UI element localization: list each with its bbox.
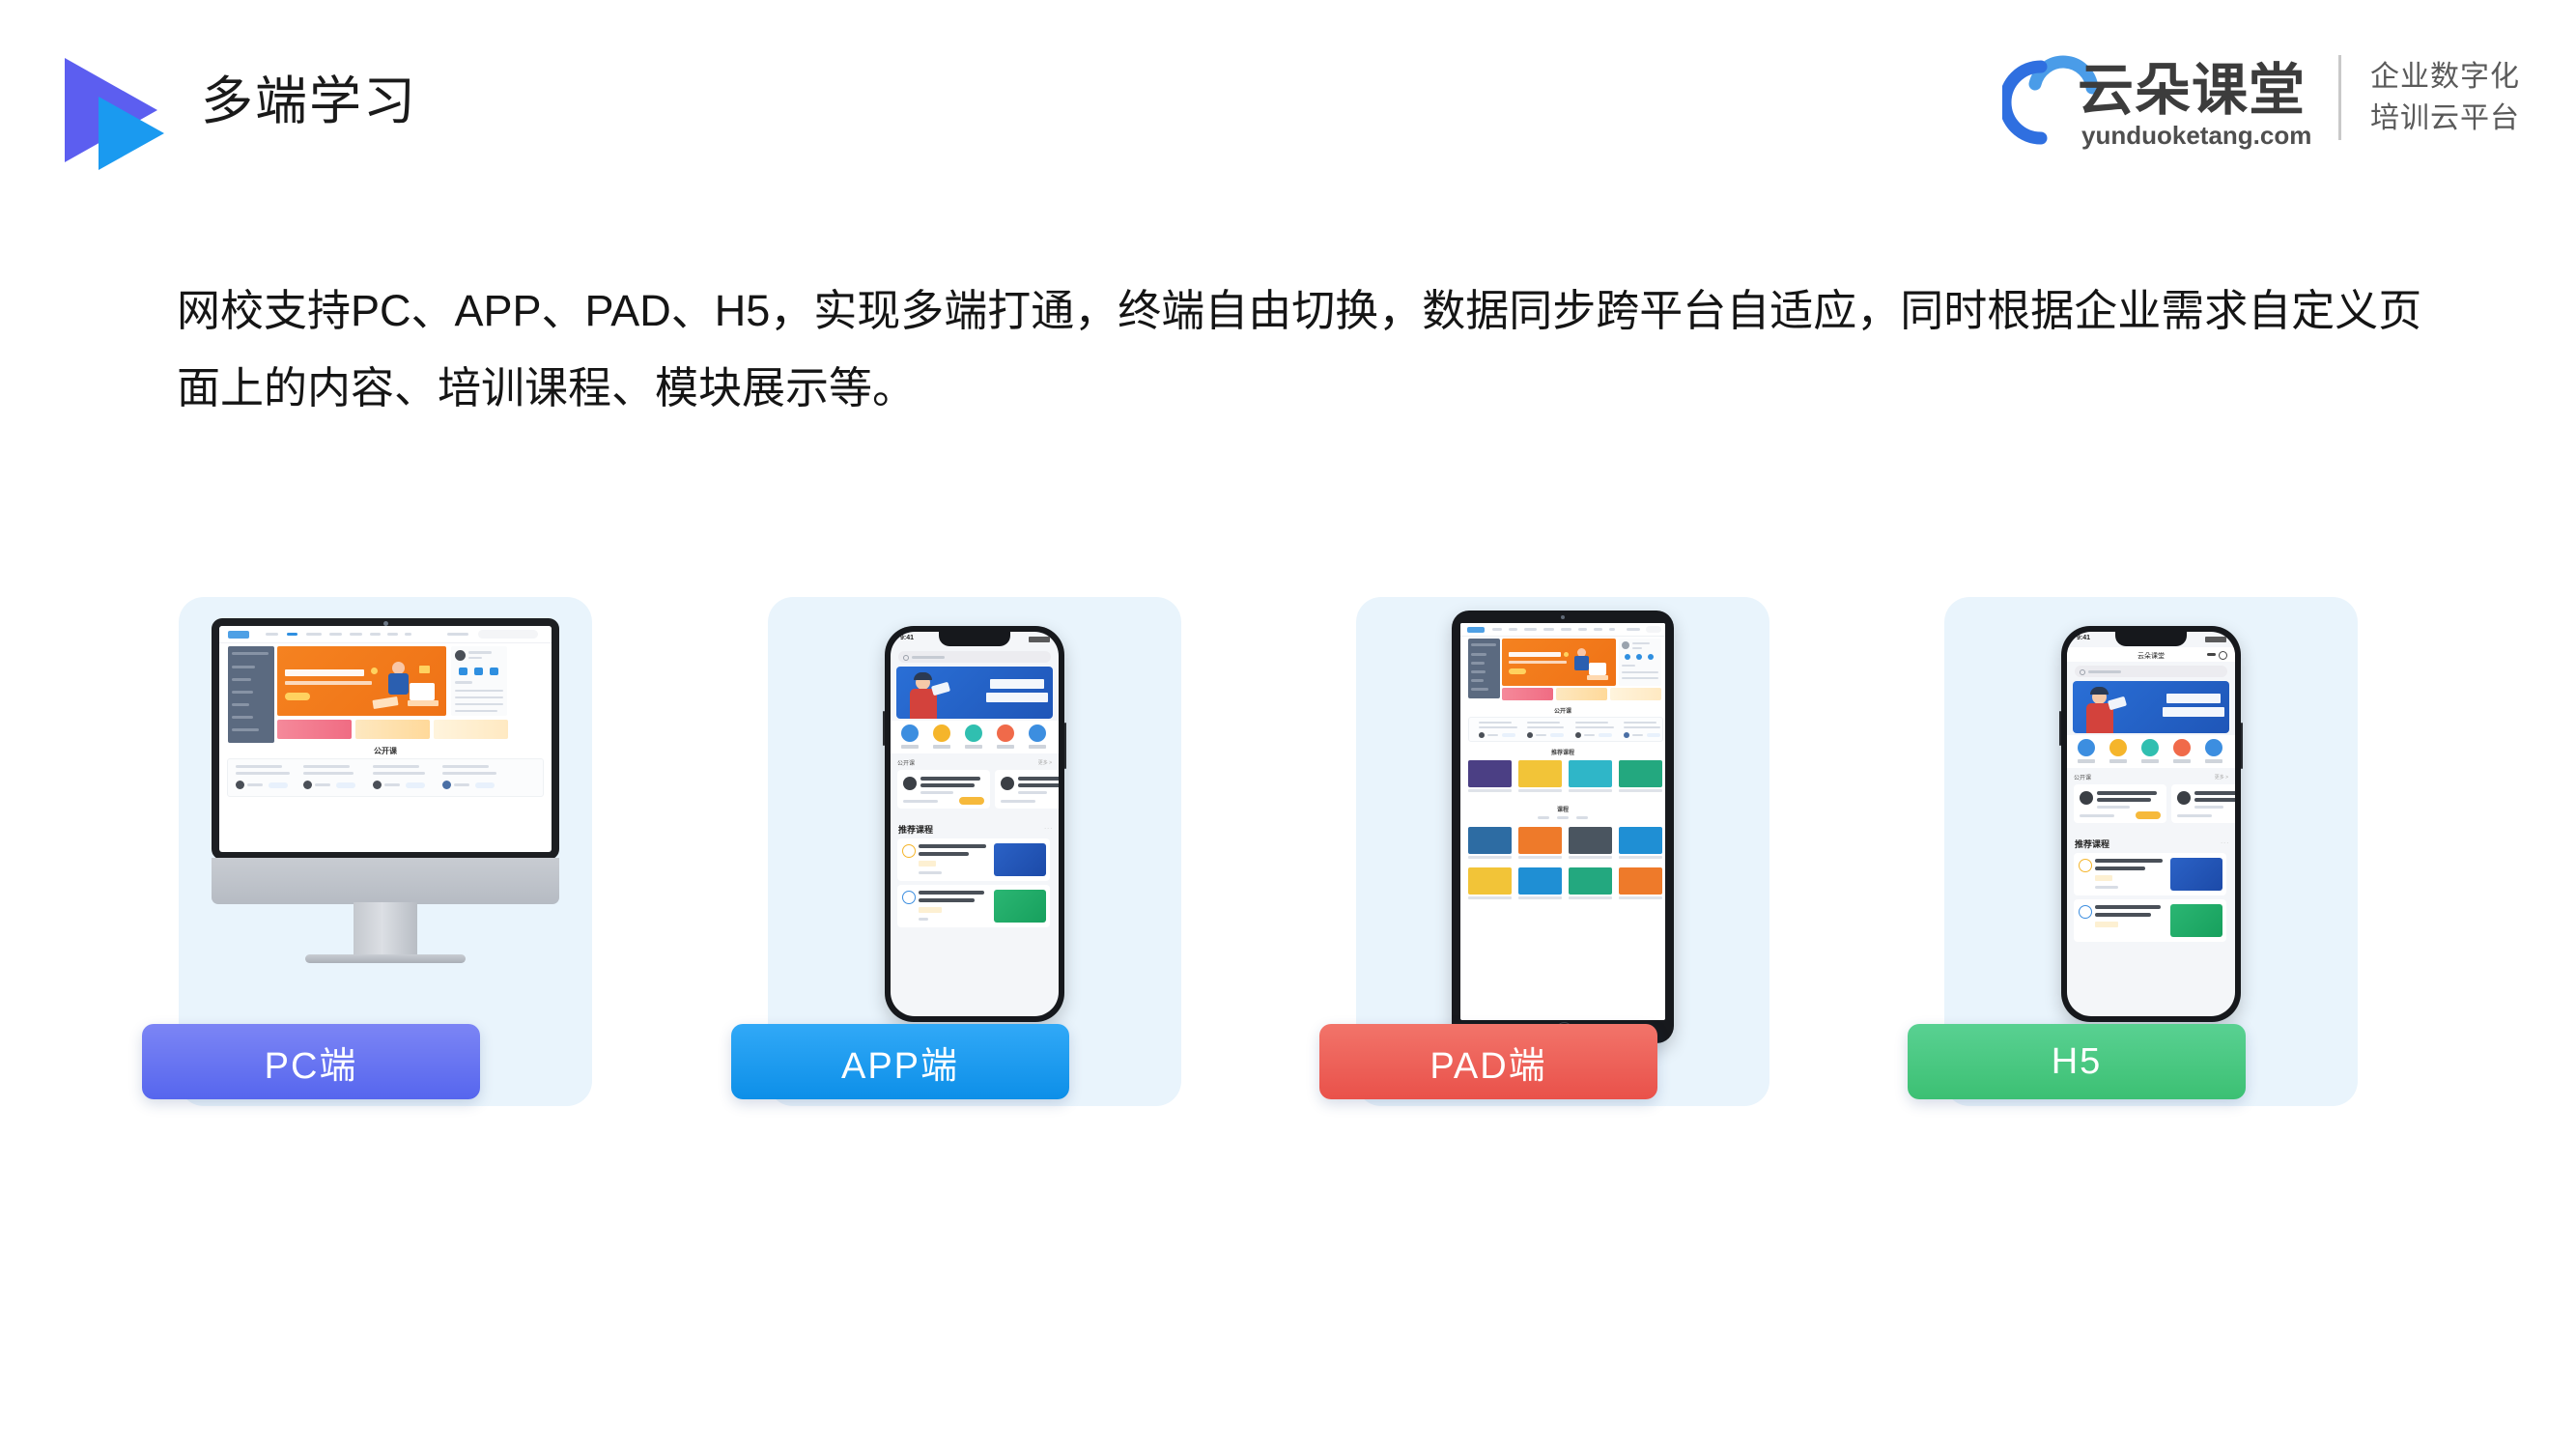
device-card-row: 公开课 PC端 9:41 公开课 更多 > 推荐课程 · · · APP端 公开… (0, 597, 2576, 1119)
phone-notch (939, 632, 1010, 646)
brand-url: yunduoketang.com (2081, 121, 2312, 150)
phone-notch (2115, 632, 2187, 646)
brand-logo: 云朵课堂 yunduoketang.com 企业数字化 培训云平台 (2002, 41, 2520, 155)
tagline-line-2: 培训云平台 (2370, 102, 2520, 134)
pad-button[interactable]: PAD端 (1319, 1024, 1657, 1099)
app-button[interactable]: APP端 (731, 1024, 1069, 1099)
brand-name-cn: 云朵课堂 (2078, 59, 2307, 122)
device-card-pc[interactable]: 公开课 PC端 (142, 597, 592, 1106)
h5-button[interactable]: H5 (1908, 1024, 2246, 1099)
page-title: 多端学习 (201, 72, 417, 130)
intro-paragraph: 网校支持PC、APP、PAD、H5，实现多端打通，终端自由切换，数据同步跨平台自… (177, 286, 2422, 412)
brand-tagline: 企业数字化 培训云平台 (2370, 56, 2520, 140)
device-card-app[interactable]: 9:41 公开课 更多 > 推荐课程 · · · APP端 (731, 597, 1181, 1106)
device-card-h5[interactable]: 9:41 云朵课堂 公开课 更多 > 推荐课程 · · · H5 (1908, 597, 2358, 1106)
tagline-line-1: 企业数字化 (2370, 60, 2520, 93)
logo-divider (2338, 55, 2341, 140)
pc-button[interactable]: PC端 (142, 1024, 480, 1099)
double-play-triangle-icon (53, 50, 164, 171)
page-header: 多端学习 云朵课堂 yunduoketang.com 企业数字化 培训云平台 (0, 0, 2576, 203)
device-card-pad[interactable]: 公开课 推荐课程 课程 PAD端 (1319, 597, 1769, 1106)
